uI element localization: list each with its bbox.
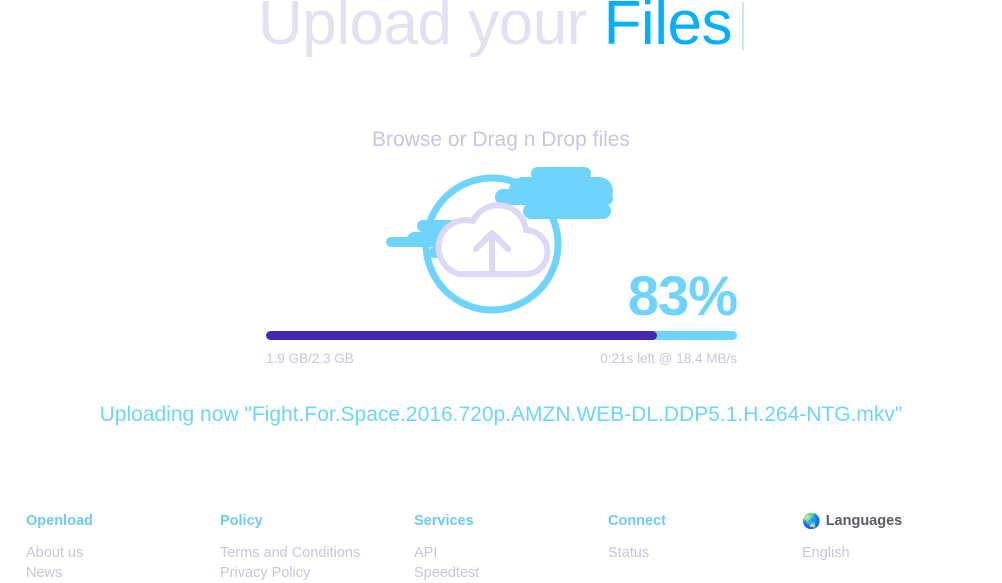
footer-link-api[interactable]: API — [414, 543, 608, 563]
footer-column-languages: 🌏 Languages English — [802, 505, 1002, 583]
typing-caret — [741, 2, 744, 50]
footer-column-policy: Policy Terms and Conditions Privacy Poli… — [220, 505, 414, 583]
progress-track — [266, 331, 737, 340]
page-title: Upload your Files — [0, 0, 1002, 59]
footer-link-terms-and-conditions[interactable]: Terms and Conditions — [220, 543, 414, 563]
footer-link-speedtest[interactable]: Speedtest — [414, 563, 608, 583]
footer-link-english[interactable]: English — [802, 543, 1002, 563]
progress-fill — [266, 331, 657, 340]
footer-link-about-us[interactable]: About us — [26, 543, 220, 563]
upload-progress: 1.9 GB/2.3 GB 0:21s left @ 18.4 MB/s — [266, 331, 737, 369]
footer-heading-policy: Policy — [220, 513, 263, 529]
footer-link-privacy-policy[interactable]: Privacy Policy — [220, 563, 414, 583]
footer-column-services: Services API Speedtest — [414, 505, 608, 583]
browse-or-drop-label[interactable]: Browse or Drag n Drop files — [0, 128, 1002, 152]
footer-link-news[interactable]: News — [26, 563, 220, 583]
footer-heading-languages-label: Languages — [825, 513, 903, 530]
cloud-upload-icon — [386, 167, 613, 314]
footer-link-status[interactable]: Status — [608, 543, 802, 563]
footer-heading-languages: 🌏 Languages — [802, 514, 1002, 529]
uploading-status-text: Uploading now "Fight.For.Space.2016.720p… — [99, 403, 903, 426]
footer-heading-connect: Connect — [608, 513, 666, 529]
footer-column-connect: Connect Status — [608, 505, 802, 583]
upload-dropzone[interactable] — [0, 163, 1002, 325]
upload-percent: 83% — [627, 264, 738, 327]
progress-meta: 1.9 GB/2.3 GB 0:21s left @ 18.4 MB/s — [266, 351, 737, 369]
site-footer: Openload About us News Policy Terms and … — [0, 505, 1002, 583]
footer-heading-openload: Openload — [26, 513, 93, 529]
globe-icon: 🌏 — [802, 513, 821, 530]
footer-column-openload: Openload About us News — [0, 505, 220, 583]
page-title-faded: Upload your — [258, 0, 587, 58]
upload-eta-speed-label: 0:21s left @ 18.4 MB/s — [600, 351, 737, 366]
upload-size-label: 1.9 GB/2.3 GB — [266, 351, 354, 366]
footer-heading-services: Services — [414, 513, 474, 529]
page-title-accent: Files — [603, 0, 733, 58]
